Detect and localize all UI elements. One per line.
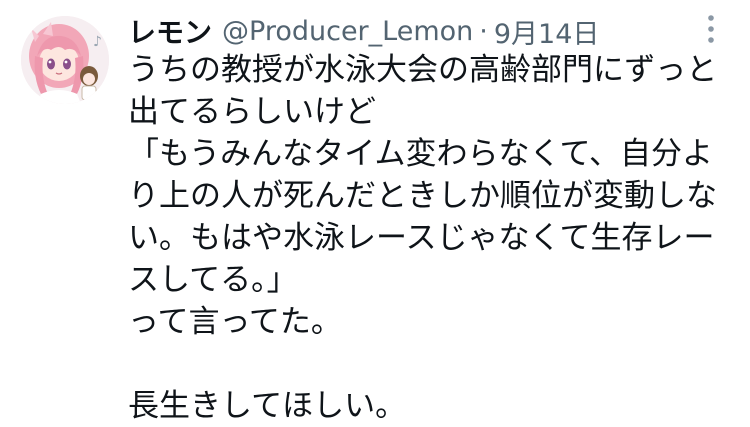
tweet-header: レモン @Producer_Lemon · 9月14日 xyxy=(128,11,599,51)
more-options-button[interactable] xyxy=(694,12,728,46)
tweet-date[interactable]: 9月14日 xyxy=(494,12,600,51)
tweet-text: うちの教授が水泳大会の高齢部門にずっと 出てるらしいけど 「もうみんなタイム変わ… xyxy=(128,52,718,424)
display-name[interactable]: レモン xyxy=(128,11,212,51)
avatar[interactable]: ♪ xyxy=(21,16,109,104)
user-handle[interactable]: @Producer_Lemon xyxy=(222,16,473,47)
more-vertical-icon xyxy=(708,15,714,43)
tweet-card[interactable]: ♪ レモン @Producer_Lemon · 9月14日 うちの教授が水泳大会… xyxy=(0,0,750,424)
svg-text:♪: ♪ xyxy=(93,34,102,50)
anime-girl-avatar-icon: ♪ xyxy=(21,16,109,104)
separator-dot: · xyxy=(479,15,488,47)
